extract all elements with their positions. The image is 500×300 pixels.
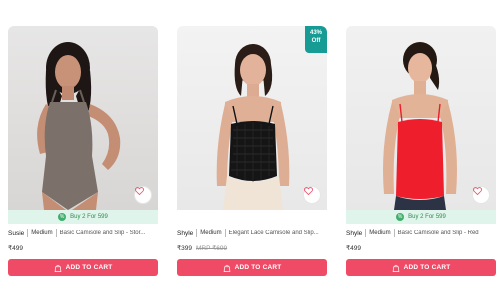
product-size: Medium	[369, 230, 391, 236]
offer-text: Buy 2 For 599	[408, 214, 446, 220]
price-row: ₹499	[8, 241, 158, 255]
product-photo-red-camisole	[383, 42, 457, 210]
product-name[interactable]: Elegant Lace Camisole and Slip...	[229, 230, 319, 236]
discount-badge: 43% Off	[305, 26, 327, 53]
bag-icon	[54, 264, 61, 272]
offer-strip: % Buy 2 For 599	[346, 210, 496, 224]
offer-icon: %	[396, 213, 405, 221]
wishlist-button[interactable]	[303, 186, 321, 204]
divider	[27, 229, 29, 237]
offer-icon: %	[58, 213, 67, 221]
product-brand: Shyle	[177, 229, 194, 237]
divider	[224, 229, 226, 237]
product-brand: Susie	[8, 229, 25, 237]
add-to-cart-label: ADD TO CART	[403, 264, 451, 271]
add-to-cart-button[interactable]: ADD TO CART	[346, 259, 496, 276]
product-name[interactable]: Basic Camisole and Slip - Stor...	[60, 230, 146, 236]
product-card[interactable]: % Buy 2 For 599 Shyle Medium Basic Camis…	[346, 26, 496, 276]
price-row: ₹499	[346, 241, 496, 255]
wishlist-button[interactable]	[472, 186, 490, 204]
product-photo-black-lace-camisole	[216, 44, 290, 210]
bag-icon	[392, 264, 399, 272]
heart-icon	[304, 187, 313, 195]
divider	[365, 229, 367, 237]
divider	[393, 229, 395, 237]
product-size: Medium	[200, 230, 222, 236]
discount-percent: 43%	[309, 30, 322, 36]
add-to-cart-label: ADD TO CART	[65, 264, 113, 271]
product-price: ₹399	[177, 245, 192, 252]
wishlist-button[interactable]	[134, 186, 152, 204]
product-card[interactable]: % Buy 2 For 599 Susie Medium Basic Camis…	[8, 26, 158, 276]
product-mrp: MRP ₹699	[195, 245, 228, 252]
product-meta: Susie Medium Basic Camisole and Slip - S…	[8, 225, 158, 241]
heart-icon	[473, 187, 482, 195]
product-image[interactable]	[8, 26, 158, 210]
product-price: ₹499	[346, 245, 361, 252]
add-to-cart-button[interactable]: ADD TO CART	[177, 259, 327, 276]
offer-strip: % Buy 2 For 599	[8, 210, 158, 224]
bag-icon	[223, 264, 230, 272]
product-meta: Shyle Medium Basic Camisole and Slip - R…	[346, 225, 496, 241]
add-to-cart-button[interactable]: ADD TO CART	[8, 259, 158, 276]
divider	[196, 229, 198, 237]
product-grid: % Buy 2 For 599 Susie Medium Basic Camis…	[0, 0, 500, 300]
product-name[interactable]: Basic Camisole and Slip - Red	[398, 230, 479, 236]
add-to-cart-label: ADD TO CART	[234, 264, 282, 271]
product-image[interactable]	[346, 26, 496, 210]
product-meta: Shyle Medium Elegant Lace Camisole and S…	[177, 225, 327, 241]
product-size: Medium	[31, 230, 53, 236]
product-image[interactable]: 43% Off	[177, 26, 327, 210]
divider	[55, 229, 57, 237]
price-row: ₹399 MRP ₹699	[177, 241, 327, 255]
product-photo-grey-bodysuit	[37, 42, 121, 210]
heart-icon	[135, 187, 144, 195]
product-brand: Shyle	[346, 229, 363, 237]
product-card[interactable]: 43% Off Shyle Medium Elegant Lace Camiso…	[177, 26, 327, 276]
offer-placeholder	[177, 210, 327, 224]
discount-label: Off	[311, 38, 321, 44]
offer-text: Buy 2 For 599	[70, 214, 108, 220]
product-price: ₹499	[8, 245, 23, 252]
